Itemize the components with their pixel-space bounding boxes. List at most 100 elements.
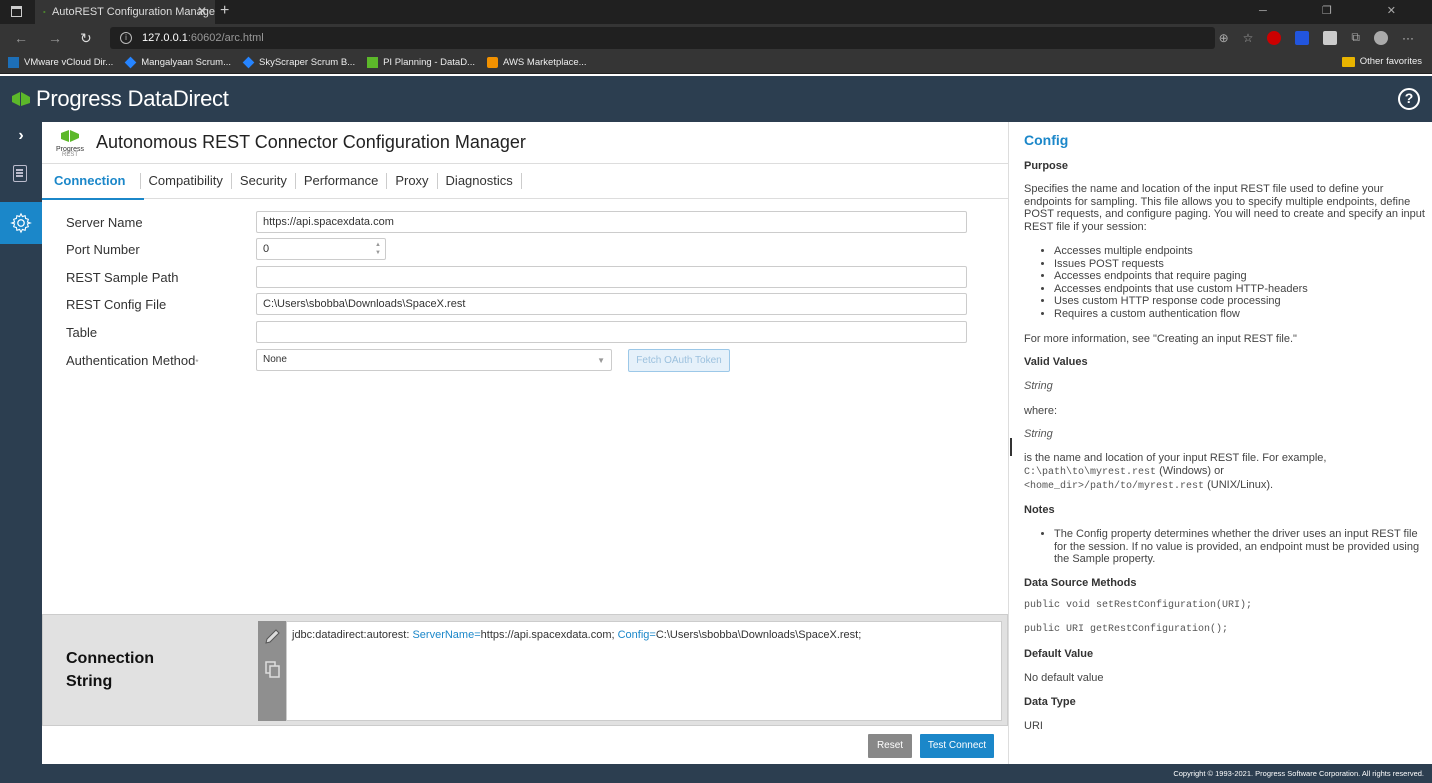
other-favorites[interactable]: Other favorites xyxy=(1341,56,1422,67)
tab-connection[interactable]: Connection xyxy=(42,173,143,200)
table-input[interactable] xyxy=(256,321,967,343)
settings-gear-icon[interactable] xyxy=(0,202,42,244)
window-controls[interactable]: ─ ❐ ✕ xyxy=(1259,4,1422,17)
port-spinner-icon[interactable]: ▲ ▼ xyxy=(373,241,383,257)
chevron-down-icon: ▼ xyxy=(597,356,605,365)
favorite-item-aws[interactable]: AWS Marketplace... xyxy=(486,57,587,68)
auth-method-select[interactable]: None ▼ xyxy=(256,349,612,371)
expand-nav-icon[interactable]: › xyxy=(0,122,42,150)
connection-form: Server Name https://api.spacexdata.com P… xyxy=(42,200,1008,614)
extensions-bar: ⊕ ☆ ⧉ ··· xyxy=(1219,30,1414,45)
valid-values-heading: Valid Values xyxy=(1024,356,1088,368)
connection-string-panel: Connection String jdbc:datadirect:autore… xyxy=(42,614,1008,726)
progress-favicon-icon xyxy=(367,57,379,68)
data-source-methods-heading: Data Source Methods xyxy=(1024,577,1137,589)
string-description: is the name and location of your input R… xyxy=(1024,452,1327,493)
title-area: Progress REST Autonomous REST Connector … xyxy=(42,122,1008,162)
row-table: Table xyxy=(42,321,1008,345)
more-info-link[interactable]: For more information, see "Creating an i… xyxy=(1024,333,1428,346)
favorite-item-pi-planning[interactable]: PI Planning - DataD... xyxy=(367,57,475,68)
rest-sample-path-input[interactable] xyxy=(256,266,967,288)
close-tab-icon[interactable]: ✕ xyxy=(197,4,207,18)
new-tab-button[interactable]: + xyxy=(220,2,229,20)
help-icon[interactable]: ? xyxy=(1398,88,1420,110)
help-title: Config xyxy=(1024,132,1069,148)
refresh-icon[interactable]: ↻ xyxy=(80,30,92,47)
auth-method-value: None xyxy=(263,354,287,365)
progress-logo-icon xyxy=(61,130,79,142)
notes-heading: Notes xyxy=(1024,504,1055,516)
tab-proxy[interactable]: Proxy xyxy=(386,173,436,189)
fetch-oauth-token-button[interactable]: Fetch OAuth Token xyxy=(628,349,730,372)
purpose-text: Specifies the name and location of the i… xyxy=(1024,183,1425,233)
valid-string: String xyxy=(1024,380,1053,392)
port-number-value: 0 xyxy=(263,243,270,255)
reset-button[interactable]: Reset xyxy=(868,734,912,758)
browser-tab[interactable]: AutoREST Configuration Manage ✕ xyxy=(35,0,215,24)
back-icon[interactable]: ← xyxy=(14,30,28,46)
extension-icon[interactable] xyxy=(1295,30,1310,45)
url-field[interactable]: i 127.0.0.1:60602/arc.html xyxy=(110,27,1215,49)
table-label: Table xyxy=(66,325,98,340)
brand-name: Progress xyxy=(36,86,122,111)
url-host: 127.0.0.1 xyxy=(142,32,188,44)
copy-icon[interactable] xyxy=(265,661,281,678)
auth-method-label: Authentication Method* xyxy=(66,353,199,368)
brand-product: DataDirect xyxy=(127,86,229,111)
tab-separator xyxy=(520,173,522,189)
site-info-icon[interactable]: i xyxy=(120,32,132,44)
favorite-item-skyscraper[interactable]: SkyScraper Scrum B... xyxy=(242,56,355,69)
row-rest-sample-path: REST Sample Path xyxy=(42,266,1008,290)
rest-sample-path-label: REST Sample Path xyxy=(66,270,179,285)
progress-favicon-icon xyxy=(43,11,46,13)
progress-datadirect-logo: Progress DataDirect xyxy=(10,86,229,112)
tab-diagnostics[interactable]: Diagnostics xyxy=(436,173,521,189)
progress-logo-icon xyxy=(12,92,30,106)
profile-avatar[interactable] xyxy=(1374,30,1388,45)
server-name-input[interactable]: https://api.spacexdata.com xyxy=(256,211,967,233)
page-title: Autonomous REST Connector Configuration … xyxy=(96,132,526,152)
get-method: public URI getRestConfiguration(); xyxy=(1024,624,1229,635)
set-method: public void setRestConfiguration(URI); xyxy=(1024,600,1253,611)
purpose-bullets: Accesses multiple endpoints Issues POST … xyxy=(1054,245,1424,321)
tab-performance[interactable]: Performance xyxy=(294,173,386,189)
server-name-label: Server Name xyxy=(66,215,143,230)
jira-icon xyxy=(124,56,137,69)
more-menu-icon[interactable]: ··· xyxy=(1402,31,1414,45)
string-term: String xyxy=(1024,428,1053,440)
address-bar-row: ← → ↻ i 127.0.0.1:60602/arc.html ⊕ ☆ ⧉ ·… xyxy=(0,24,1432,52)
data-type-heading: Data Type xyxy=(1024,696,1076,708)
tab-security[interactable]: Security xyxy=(230,173,295,189)
collections-icon[interactable]: ⧉ xyxy=(1351,30,1360,45)
forward-icon[interactable]: → xyxy=(48,30,62,46)
tab-actions-icon[interactable] xyxy=(11,6,22,17)
purpose-heading: Purpose xyxy=(1024,160,1069,172)
action-buttons: Reset Test Connect xyxy=(42,727,1008,764)
ublock-extension-icon[interactable] xyxy=(1267,30,1282,45)
copyright-footer: Copyright © 1993-2021. Progress Software… xyxy=(0,764,1432,783)
default-value: No default value xyxy=(1024,672,1104,684)
extension-2-icon[interactable] xyxy=(1323,30,1338,45)
test-connect-button[interactable]: Test Connect xyxy=(920,734,994,758)
favorite-star-icon[interactable]: ☆ xyxy=(1243,31,1254,45)
default-value-heading: Default Value xyxy=(1024,648,1094,660)
where-text: where: xyxy=(1024,405,1058,417)
zoom-icon[interactable]: ⊕ xyxy=(1219,31,1229,45)
panel-divider xyxy=(1008,122,1009,764)
required-mark: * xyxy=(195,358,199,367)
progress-rest-logo: Progress REST xyxy=(52,128,88,162)
row-rest-config-file: REST Config File C:\Users\sbobba\Downloa… xyxy=(42,293,1008,317)
edit-pencil-icon[interactable] xyxy=(263,628,281,646)
settings-tabs: Connection Compatibility Security Perfor… xyxy=(42,163,1008,200)
connection-string-text[interactable]: jdbc:datadirect:autorest: ServerName=htt… xyxy=(286,621,1002,721)
gear-icon xyxy=(10,212,32,234)
tab-compatibility[interactable]: Compatibility xyxy=(139,173,231,189)
folder-icon xyxy=(1341,56,1355,67)
favorite-item-vmware[interactable]: VMware vCloud Dir... xyxy=(8,57,113,68)
row-port-number: Port Number 0 ▲ ▼ xyxy=(42,238,1008,262)
port-number-input[interactable]: 0 ▲ ▼ xyxy=(256,238,386,260)
document-icon[interactable] xyxy=(13,165,27,182)
rest-config-file-input[interactable]: C:\Users\sbobba\Downloads\SpaceX.rest xyxy=(256,293,967,315)
browser-tab-strip: AutoREST Configuration Manage ✕ + ─ ❐ ✕ xyxy=(0,0,1432,24)
favorite-item-mangalyaan[interactable]: Mangalyaan Scrum... xyxy=(124,56,231,69)
